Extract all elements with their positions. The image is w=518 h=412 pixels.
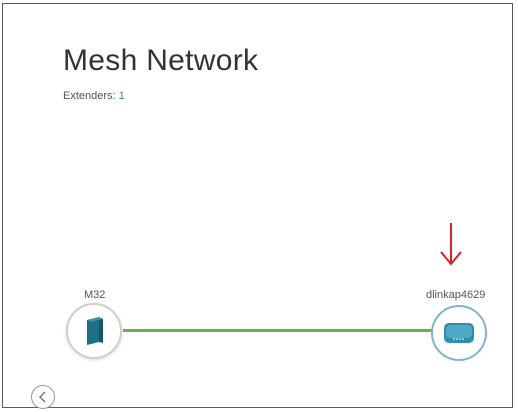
- node-label-m32: M32: [84, 289, 106, 301]
- extenders-label: Extenders:: [63, 90, 116, 102]
- page-title: Mesh Network: [63, 44, 259, 77]
- node-extender[interactable]: [431, 305, 487, 361]
- extenders-summary: Extenders: 1: [63, 90, 125, 102]
- red-arrow-down-icon: [439, 221, 463, 267]
- chevron-left-icon: [38, 391, 46, 403]
- router-icon: [87, 317, 103, 345]
- back-button[interactable]: [31, 385, 55, 409]
- extender-icon: [444, 323, 474, 343]
- node-label-extender: dlinkap4629: [426, 289, 486, 301]
- mesh-network-panel: Mesh Network Extenders: 1 M32 dlinkap462…: [2, 3, 513, 409]
- mesh-link-line: [123, 329, 433, 332]
- extenders-count: 1: [118, 90, 125, 102]
- node-m32[interactable]: [66, 303, 122, 359]
